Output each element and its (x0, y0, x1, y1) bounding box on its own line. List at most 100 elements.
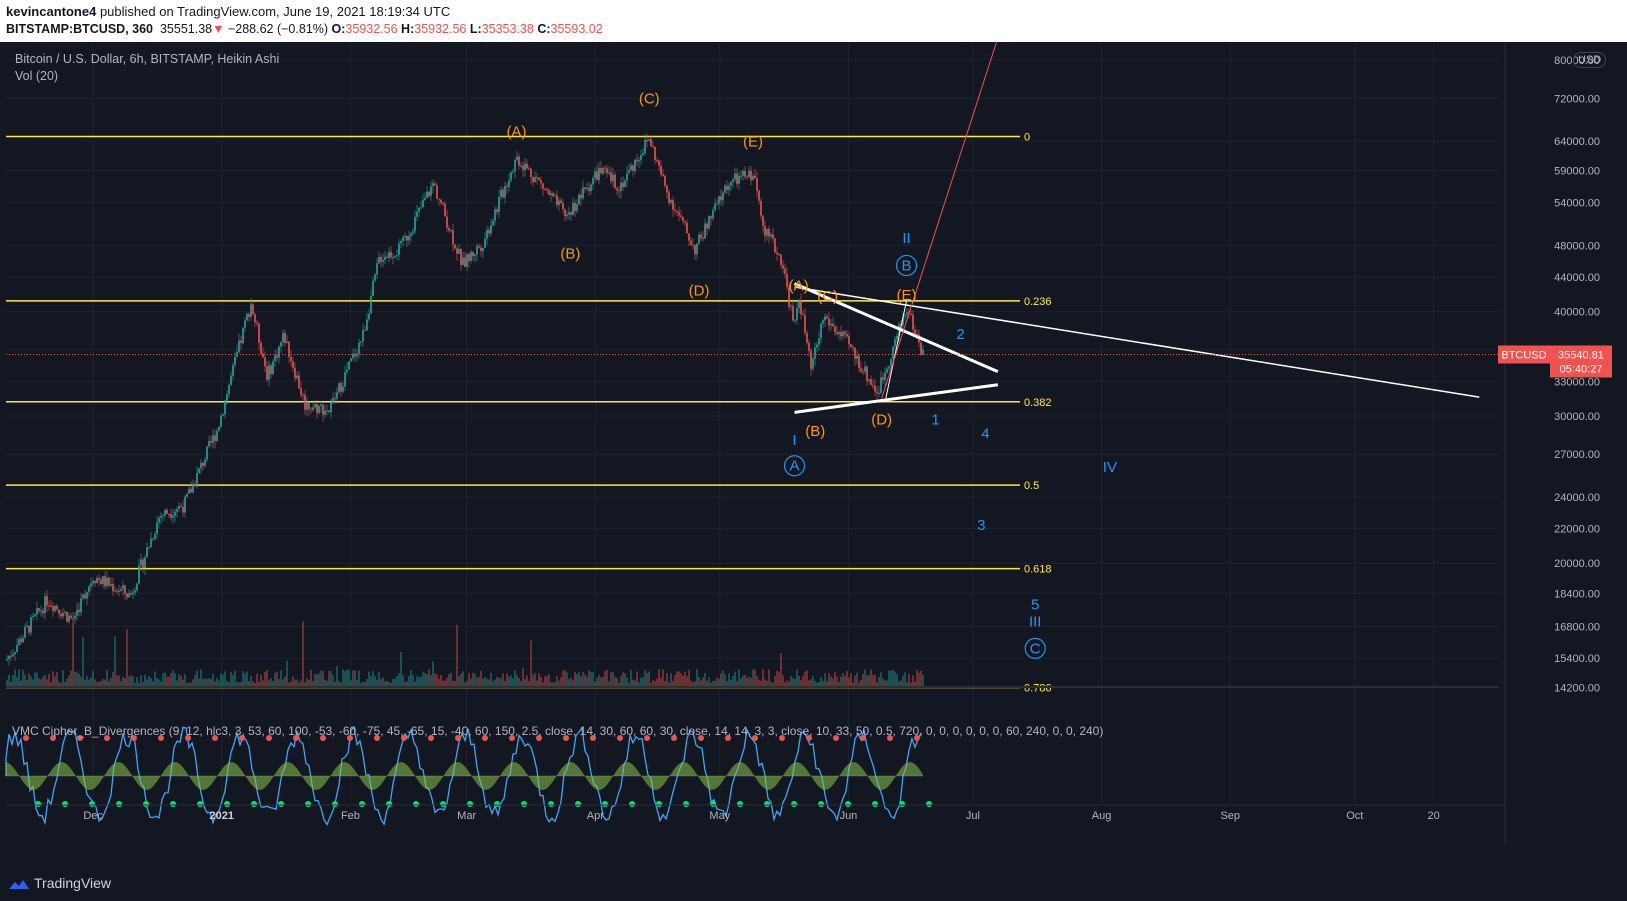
candle-body (124, 585, 126, 594)
tradingview-logo[interactable]: TradingView (8, 875, 111, 891)
trend-lines[interactable] (793, 42, 1480, 414)
candle-body (86, 591, 88, 599)
volume-bar (428, 669, 430, 687)
price-chart[interactable]: 0 0.236 0.382 0.5 0.618 0.786 (A) (C) (B) (D) (E)… (0, 42, 1627, 866)
candle-body (648, 139, 650, 141)
candle-body (430, 186, 432, 196)
osc-dot-green (278, 801, 284, 807)
volume-bar (78, 673, 80, 687)
candle-body (464, 257, 466, 267)
volume-bar (372, 671, 374, 687)
osc-dot-green (548, 801, 554, 807)
volume-bar (400, 651, 402, 687)
candle-body (266, 366, 268, 380)
candle-body (768, 229, 770, 237)
price-tick-label: 48000.00 (1554, 240, 1600, 252)
candle-body (78, 609, 80, 613)
price-tick-label: 18400.00 (1554, 588, 1600, 600)
candle-body (132, 592, 134, 595)
osc-dot-green (656, 801, 662, 807)
wave-label: (B) (560, 246, 580, 263)
candle-body (496, 209, 498, 213)
price-tick-label: 27000.00 (1554, 449, 1600, 461)
candle-body (494, 209, 496, 221)
candle-body (770, 234, 772, 237)
volume-bar (38, 677, 40, 687)
candle-body (256, 322, 258, 324)
osc-dot-green (494, 801, 500, 807)
osc-dot-green (872, 801, 878, 807)
osc-dot-green (683, 801, 689, 807)
candle-body (254, 314, 256, 323)
price-tick-label: 30000.00 (1554, 411, 1600, 423)
volume-bar (16, 677, 18, 687)
candle-body (582, 187, 584, 199)
candle-body (220, 415, 222, 427)
volume-bar (748, 676, 750, 687)
volume-bar (564, 670, 566, 687)
volume-bar (514, 669, 516, 687)
candle-body (94, 581, 96, 584)
candle-body (388, 252, 390, 258)
volume-bar (778, 671, 780, 687)
candle-body (292, 361, 294, 368)
candle-body (198, 468, 200, 473)
candle-body (126, 593, 128, 598)
volume-bar (376, 679, 378, 687)
oscillator-legend[interactable]: VMC Cipher_B_Divergences (9, 12, hlc3, 3… (12, 724, 1103, 738)
volume-legend[interactable]: Vol (20) (15, 69, 58, 83)
volume-bar (724, 674, 726, 687)
volume-bar (538, 673, 540, 687)
candle-body (544, 188, 546, 190)
candle-body (136, 583, 138, 591)
candle-body (442, 202, 444, 204)
candle-body (478, 246, 480, 248)
candle-body (600, 168, 602, 174)
volume-bar (532, 674, 534, 687)
candle-body (268, 365, 270, 380)
candle-body (880, 377, 882, 393)
candle-body (208, 441, 210, 447)
volume-bar (832, 678, 834, 687)
candle-body (792, 305, 794, 321)
volume-bar (722, 670, 724, 687)
candle-body (844, 331, 846, 335)
candle-body (30, 617, 32, 633)
candle-body (614, 174, 616, 189)
wave-label: (E) (743, 134, 763, 151)
volume-bar (856, 672, 858, 687)
candle-body (50, 605, 52, 607)
volume-bar (610, 672, 612, 687)
volume-bar (440, 674, 442, 687)
volume-bar (128, 676, 130, 687)
volume-bar (478, 676, 480, 687)
candle-body (778, 253, 780, 255)
candle-body (854, 347, 856, 359)
price-change: −288.62 (−0.81%) (227, 22, 329, 36)
candle-body (842, 331, 844, 337)
volume-bar (472, 673, 474, 687)
candle-body (830, 323, 832, 326)
candle-body (184, 496, 186, 513)
candle-body (552, 193, 554, 197)
candle-body (174, 511, 176, 516)
candle-body (458, 248, 460, 254)
candle-body (104, 576, 106, 587)
candle-body (550, 193, 552, 196)
candle-body (524, 163, 526, 170)
candle-body (190, 488, 192, 493)
candle-body (36, 608, 38, 615)
volume-bar (808, 680, 810, 687)
author-name[interactable]: kevincantone4 (6, 4, 96, 19)
fib-retracement[interactable]: 0 0.236 0.382 0.5 0.618 0.786 (6, 131, 1052, 694)
candle-body (304, 394, 306, 410)
volume-bar (132, 676, 134, 687)
volume-bar (474, 673, 476, 687)
volume-bar (834, 672, 836, 687)
candle-body (890, 359, 892, 367)
currency-button[interactable]: USD (1573, 52, 1607, 68)
candle-body (242, 328, 244, 344)
volume-bar (174, 673, 176, 687)
volume-bar (110, 678, 112, 687)
chart-title[interactable]: Bitcoin / U.S. Dollar, 6h, BITSTAMP, Hei… (15, 52, 279, 66)
